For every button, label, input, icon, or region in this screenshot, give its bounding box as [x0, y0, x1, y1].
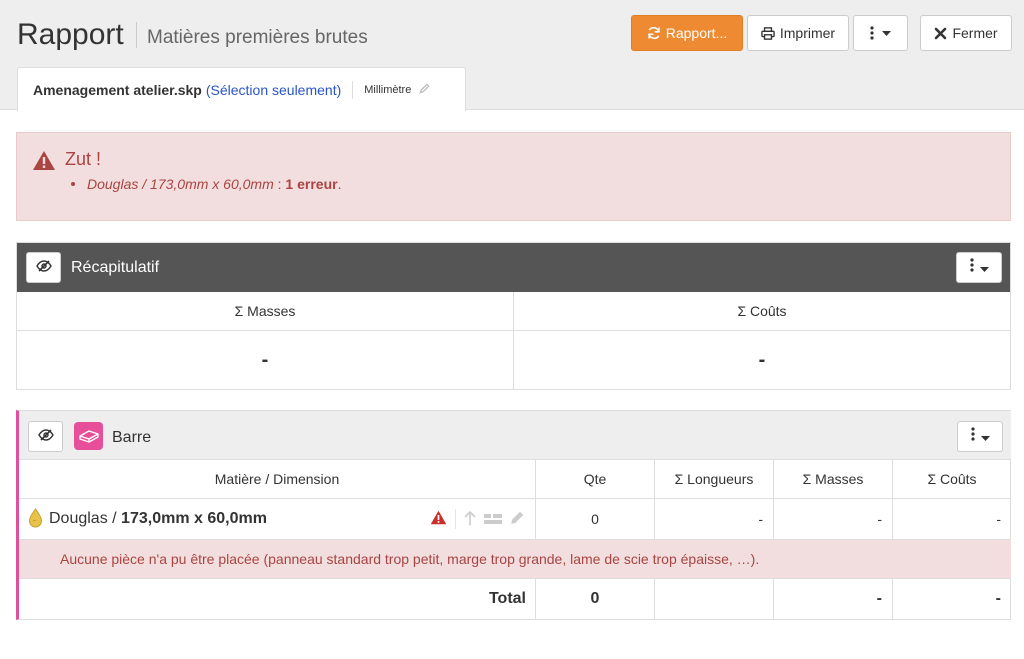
- eye-slash-icon: [35, 259, 52, 277]
- summary-masses-value: -: [17, 331, 514, 389]
- table-row[interactable]: Douglas / 173,0mm x 60,0mm 0 - - -: [19, 499, 1011, 540]
- caret-down-icon: [979, 259, 989, 277]
- warning-triangle-icon: [430, 510, 447, 528]
- caret-down-icon: [882, 30, 891, 36]
- row-tools: [430, 509, 525, 529]
- vertical-ellipsis-icon: [870, 26, 874, 40]
- summary-col-couts: Σ Coûts: [737, 303, 787, 319]
- close-button[interactable]: Fermer: [920, 15, 1012, 51]
- print-button-label: Imprimer: [779, 25, 836, 41]
- rapport-button-label: Rapport...: [665, 25, 728, 41]
- wood-drop-icon: [28, 507, 43, 531]
- total-row: Total 0 - -: [19, 579, 1011, 619]
- alert-separator: :: [273, 176, 286, 192]
- refresh-icon: [647, 26, 661, 40]
- tool-divider: [455, 509, 456, 529]
- summary-header-row: Σ Masses Σ Coûts: [17, 292, 1010, 331]
- summary-more-button[interactable]: [956, 252, 1002, 283]
- alert-error-count: 1 erreur: [285, 176, 338, 192]
- tab-divider: [352, 80, 354, 99]
- rapport-button[interactable]: Rapport...: [631, 15, 743, 51]
- barre-more-button[interactable]: [957, 421, 1003, 452]
- row-qty: 0: [536, 499, 655, 539]
- file-name: Amenagement atelier.skp: [33, 81, 202, 98]
- report-header: Rapport Matières premières brutes Rappor…: [0, 0, 1024, 111]
- total-couts: -: [995, 590, 1001, 607]
- unit-label: Millimètre: [364, 83, 412, 96]
- row-error-message: Aucune pièce n'a pu être placée (panneau…: [19, 540, 1011, 579]
- col-qty: Qte: [536, 460, 655, 498]
- col-longueurs: Σ Longueurs: [655, 460, 774, 498]
- material-name: Douglas / 173,0mm x 60,0mm: [49, 510, 267, 528]
- material-dims: 173,0mm x 60,0mm: [121, 510, 267, 527]
- barre-panel: Barre Matière / Dimension Qte Σ Longueur…: [16, 410, 1011, 620]
- alert-item-name: Douglas / 173,0mm x 60,0mm: [87, 176, 274, 192]
- vertical-ellipsis-icon: [970, 427, 975, 446]
- total-qty: 0: [536, 579, 655, 619]
- layout-icon[interactable]: [484, 511, 502, 527]
- summary-couts-value: -: [758, 348, 766, 371]
- col-couts: Σ Coûts: [927, 471, 977, 487]
- barre-toggle-visibility-button[interactable]: [28, 421, 63, 452]
- page-subtitle: Matières premières brutes: [147, 27, 368, 48]
- close-button-label: Fermer: [952, 25, 998, 41]
- material-cell[interactable]: Douglas / 173,0mm x 60,0mm: [19, 499, 536, 539]
- alert-title: Zut !: [65, 149, 102, 169]
- eye-slash-icon: [37, 428, 54, 446]
- arrow-up-icon[interactable]: [464, 510, 476, 529]
- row-masses: -: [774, 499, 893, 539]
- summary-toggle-visibility-button[interactable]: [26, 252, 61, 283]
- alert-list-item: Douglas / 173,0mm x 60,0mm : 1 erreur .: [71, 176, 341, 192]
- summary-col-masses: Σ Masses: [17, 292, 514, 330]
- error-alert: Zut ! Douglas / 173,0mm x 60,0mm : 1 err…: [16, 132, 1011, 221]
- print-button[interactable]: Imprimer: [747, 15, 849, 51]
- row-longueurs: -: [655, 499, 774, 539]
- col-masses: Σ Masses: [774, 460, 893, 498]
- total-label: Total: [19, 579, 536, 619]
- file-tab[interactable]: Amenagement atelier.skp (Sélection seule…: [17, 67, 466, 111]
- summary-header: Récapitulatif: [17, 243, 1010, 292]
- summary-title: Récapitulatif: [71, 259, 160, 276]
- row-couts: -: [996, 511, 1001, 527]
- caret-down-icon: [980, 428, 990, 446]
- material-dims-separator: /: [107, 510, 122, 527]
- barre-header: Barre: [19, 411, 1011, 460]
- title-divider: [136, 22, 137, 48]
- alert-suffix: .: [337, 176, 342, 192]
- col-material: Matière / Dimension: [19, 460, 536, 498]
- printer-icon: [761, 26, 775, 40]
- list-bullet: [71, 182, 75, 186]
- total-longueurs: [655, 579, 774, 619]
- pencil-icon[interactable]: [419, 81, 430, 99]
- bar-profile-icon: [74, 422, 103, 450]
- selection-link[interactable]: (Sélection seulement): [206, 82, 341, 98]
- barre-column-headers: Matière / Dimension Qte Σ Longueurs Σ Ma…: [19, 460, 1011, 499]
- warning-triangle-icon: [32, 150, 56, 176]
- more-options-button[interactable]: [853, 15, 908, 51]
- summary-value-row: - -: [17, 331, 1010, 389]
- total-masses: -: [774, 579, 893, 619]
- page-title: Rapport: [17, 18, 124, 51]
- barre-title: Barre: [112, 429, 152, 446]
- vertical-ellipsis-icon: [969, 258, 974, 277]
- pencil-icon[interactable]: [510, 510, 525, 528]
- summary-panel: Récapitulatif Σ Masses Σ Coûts - -: [16, 242, 1011, 390]
- material-label: Douglas: [49, 510, 108, 527]
- x-icon: [934, 27, 947, 40]
